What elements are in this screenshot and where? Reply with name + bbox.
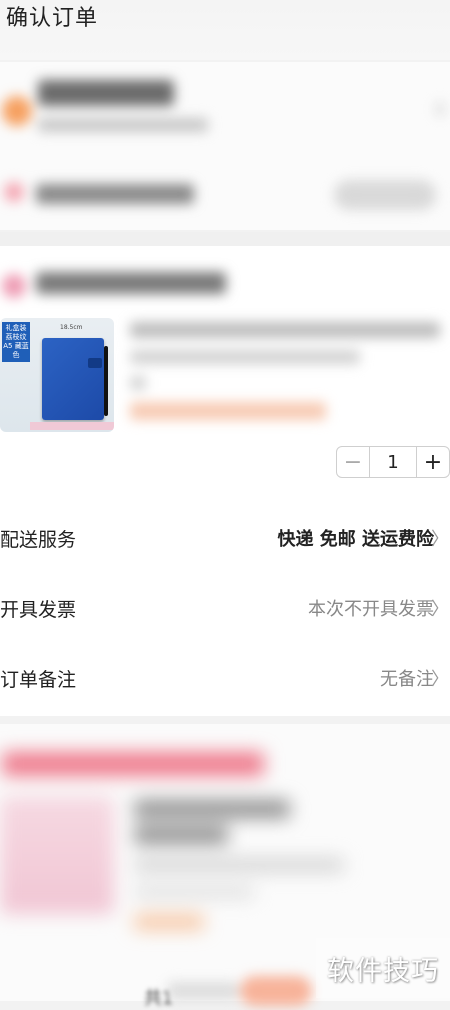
increase-quantity-button[interactable]: + <box>417 447 449 477</box>
delivery-service-label: 配送服务 <box>0 528 77 551</box>
pen-graphic <box>104 346 108 416</box>
order-note-label: 订单备注 <box>0 668 77 691</box>
divider <box>0 232 450 246</box>
notebook-graphic <box>42 338 104 420</box>
product-image-tag: 礼盒装 荔枝纹 A5 藏蓝色 <box>2 322 30 362</box>
total-price <box>168 982 238 1000</box>
invoice-value: 本次不开具发票 <box>308 599 434 620</box>
quantity-value[interactable]: 1 <box>369 447 417 477</box>
chevron-right-icon: 〉 <box>431 529 449 550</box>
product-image-dimension: 18.5cm <box>60 324 83 331</box>
chevron-right-icon <box>436 102 444 116</box>
product-card <box>0 246 450 716</box>
submit-order-button[interactable] <box>240 976 312 1006</box>
product-tags <box>130 402 326 420</box>
product-image-banner <box>30 422 114 430</box>
page-header: 确认订单 <box>0 0 450 60</box>
second-product-spec <box>134 858 344 872</box>
second-product-title <box>134 800 290 818</box>
watermark-text: 软件技巧 <box>316 938 450 998</box>
product-image[interactable]: 礼盒装 荔枝纹 A5 藏蓝色 18.5cm <box>0 318 114 432</box>
delivery-info <box>36 184 194 204</box>
quantity-stepper[interactable]: − 1 + <box>336 446 450 478</box>
invoice-label: 开具发票 <box>0 598 77 621</box>
shop-icon <box>2 274 26 298</box>
chevron-right-icon: 〉 <box>431 669 449 690</box>
order-note-value: 无备注 <box>380 669 434 690</box>
second-product-price <box>134 914 204 930</box>
row-order-note[interactable]: 订单备注 无备注 〉 <box>0 658 450 698</box>
page-title: 确认订单 <box>6 6 99 31</box>
product-title <box>130 322 440 338</box>
second-product-detail <box>134 886 254 898</box>
delivery-service-value: 快递 免邮 送运费险 <box>277 529 434 550</box>
location-icon <box>2 96 32 126</box>
second-shop-header <box>2 752 264 776</box>
product-spec <box>130 350 360 364</box>
shop-name[interactable] <box>36 272 226 294</box>
second-product-image[interactable] <box>0 796 114 914</box>
delivery-icon <box>4 182 24 202</box>
notebook-strap-graphic <box>88 358 102 368</box>
delivery-option-button[interactable] <box>334 180 436 210</box>
decrease-quantity-button[interactable]: − <box>337 447 369 477</box>
chevron-right-icon: 〉 <box>431 599 449 620</box>
row-invoice[interactable]: 开具发票 本次不开具发票 〉 <box>0 588 450 628</box>
address-detail <box>38 118 208 132</box>
row-delivery-service[interactable]: 配送服务 快递 免邮 送运费险 〉 <box>0 518 450 558</box>
address-name <box>38 80 174 106</box>
second-product-title-line2 <box>134 826 228 844</box>
product-spec-extra <box>130 376 146 390</box>
